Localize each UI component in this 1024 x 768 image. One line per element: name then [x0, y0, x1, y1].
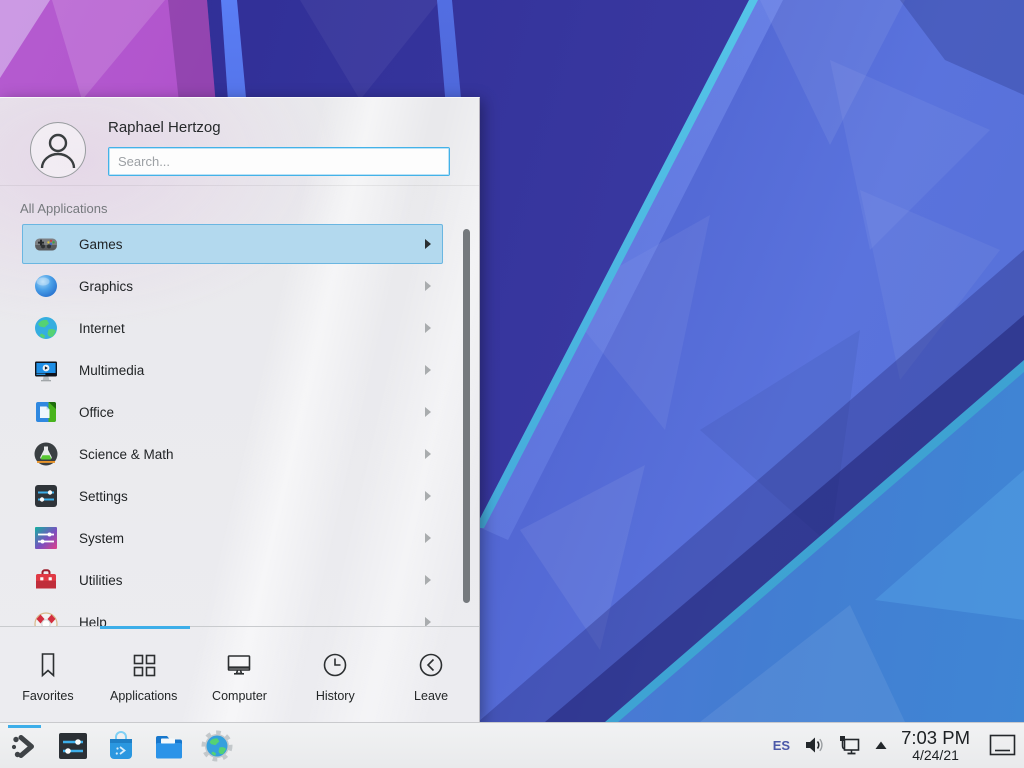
user-avatar[interactable]	[30, 122, 86, 178]
network-icon	[838, 734, 861, 757]
tab-label: Leave	[414, 689, 448, 703]
app-grid-icon	[129, 650, 159, 680]
sliders-color-icon	[32, 524, 60, 552]
app-category-office[interactable]: Office	[22, 392, 443, 432]
volume-icon	[803, 734, 825, 756]
submenu-arrow-icon	[425, 281, 431, 291]
app-category-settings[interactable]: Settings	[22, 476, 443, 516]
taskbar-pinned-apps	[0, 726, 236, 766]
app-category-science-math[interactable]: Science & Math	[22, 434, 443, 474]
launcher-header: Raphael Hertzog	[0, 98, 479, 186]
flask-icon	[32, 440, 60, 468]
app-category-internet[interactable]: Internet	[22, 308, 443, 348]
digital-clock[interactable]: 7:03 PM 4/24/21	[901, 728, 970, 762]
file-manager-folder-icon	[152, 729, 186, 763]
app-launcher-icon	[8, 729, 42, 763]
web-browser-button[interactable]	[198, 726, 236, 766]
app-category-label: Science & Math	[79, 447, 174, 462]
blue-ball-icon	[32, 272, 60, 300]
submenu-arrow-icon	[425, 323, 431, 333]
app-category-label: Utilities	[79, 573, 123, 588]
tab-leave[interactable]: Leave	[383, 627, 479, 722]
web-browser-globe-icon	[200, 729, 234, 763]
application-launcher-menu: Raphael Hertzog All Applications	[0, 97, 480, 722]
show-desktop-icon	[989, 734, 1016, 757]
search-input[interactable]	[108, 147, 450, 176]
tab-favorites[interactable]: Favorites	[0, 627, 96, 722]
tab-computer[interactable]: Computer	[192, 627, 288, 722]
keyboard-layout-indicator[interactable]: ES	[773, 738, 790, 753]
submenu-arrow-icon	[425, 407, 431, 417]
app-category-list: Games Graphics	[0, 224, 479, 627]
submenu-arrow-icon	[425, 533, 431, 543]
taskbar-panel: ES	[0, 722, 1024, 768]
globe-icon	[32, 314, 60, 342]
network-button[interactable]	[838, 734, 861, 757]
submenu-arrow-icon	[425, 491, 431, 501]
chevron-up-icon	[874, 740, 888, 750]
app-launcher-button[interactable]	[6, 726, 44, 766]
computer-icon	[224, 650, 254, 680]
tab-label: History	[316, 689, 355, 703]
tab-history[interactable]: History	[287, 627, 383, 722]
person-icon	[31, 123, 85, 177]
app-category-label: Settings	[79, 489, 128, 504]
app-category-system[interactable]: System	[22, 518, 443, 558]
system-tray: ES	[773, 728, 1024, 762]
monitor-play-icon	[32, 356, 60, 384]
submenu-arrow-icon	[425, 239, 431, 249]
discover-button[interactable]	[102, 726, 140, 766]
launcher-tab-bar: Favorites Applications	[0, 626, 479, 722]
tab-label: Computer	[212, 689, 267, 703]
section-label: All Applications	[20, 201, 107, 216]
app-category-multimedia[interactable]: Multimedia	[22, 350, 443, 390]
sliders-dark-icon	[32, 482, 60, 510]
tab-applications[interactable]: Applications	[96, 627, 192, 722]
document-icon	[32, 398, 60, 426]
toolbox-icon	[32, 566, 60, 594]
submenu-arrow-icon	[425, 575, 431, 585]
leave-icon	[416, 650, 446, 680]
volume-button[interactable]	[803, 734, 825, 756]
history-clock-icon	[320, 650, 350, 680]
discover-bag-icon	[104, 729, 138, 763]
submenu-arrow-icon	[425, 449, 431, 459]
bookmark-icon	[33, 650, 63, 680]
clock-date: 4/24/21	[912, 748, 959, 763]
app-category-label: Games	[79, 237, 123, 252]
active-app-indicator	[8, 725, 41, 728]
user-name: Raphael Hertzog	[108, 119, 221, 136]
show-desktop-button[interactable]	[989, 734, 1016, 757]
system-settings-button[interactable]	[54, 726, 92, 766]
app-category-label: Internet	[79, 321, 125, 336]
app-category-graphics[interactable]: Graphics	[22, 266, 443, 306]
app-category-label: System	[79, 531, 124, 546]
tray-expander-button[interactable]	[874, 740, 888, 750]
app-category-label: Multimedia	[79, 363, 144, 378]
desktop-screen: Raphael Hertzog All Applications	[0, 0, 1024, 768]
file-manager-button[interactable]	[150, 726, 188, 766]
app-category-games[interactable]: Games	[22, 224, 443, 264]
gamepad-icon	[32, 230, 60, 258]
submenu-arrow-icon	[425, 365, 431, 375]
scrollbar[interactable]	[463, 229, 470, 603]
system-settings-icon	[56, 729, 90, 763]
lifebuoy-icon	[32, 608, 60, 627]
app-category-utilities[interactable]: Utilities	[22, 560, 443, 600]
tab-label: Favorites	[22, 689, 73, 703]
app-category-label: Office	[79, 405, 114, 420]
clock-time: 7:03 PM	[901, 728, 970, 747]
tab-label: Applications	[110, 689, 177, 703]
active-tab-indicator	[100, 626, 190, 629]
app-category-help[interactable]: Help	[22, 602, 443, 627]
app-category-label: Graphics	[79, 279, 133, 294]
